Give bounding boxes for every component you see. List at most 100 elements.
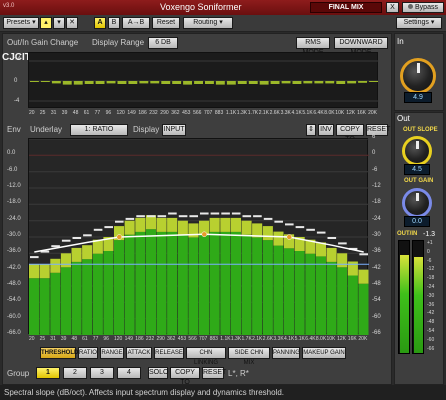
spectrum-left-tick: -42.0 xyxy=(7,264,21,271)
settings-button[interactable]: Settings ▾ xyxy=(396,17,442,29)
group-2-button[interactable]: 2 xyxy=(63,367,87,379)
mode-attack-button[interactable]: ATTACK xyxy=(126,347,152,359)
mode-release-button[interactable]: RELEASE xyxy=(154,347,184,359)
mode-range-button[interactable]: RANGE xyxy=(100,347,124,359)
presets-button[interactable]: Presets ▾ xyxy=(3,17,39,29)
spectrum-x-tick: 25 xyxy=(39,336,46,342)
out-gain-value: 0.0 xyxy=(404,216,430,227)
spectrum-bar-top xyxy=(60,253,71,268)
spectrum-x-tick: 5.1K xyxy=(294,336,305,342)
spectrum-left-tick: -36.0 xyxy=(7,248,21,255)
spectrum-peak-mark xyxy=(168,212,177,215)
mode-chn-linking-button[interactable]: CHN LINKING xyxy=(186,347,226,366)
routing-button[interactable]: Routing ▾ xyxy=(183,17,233,29)
inv-button[interactable]: INV xyxy=(318,124,334,136)
gain-change-bar xyxy=(281,81,291,84)
chevron-down-icon: ▾ xyxy=(219,19,223,26)
group-copy-to-button[interactable]: COPY TO xyxy=(170,367,200,386)
spectrum-peak-mark xyxy=(115,220,124,223)
spectrum-x-tick: 16K xyxy=(347,336,357,342)
bypass-button[interactable]: Bypass xyxy=(402,2,444,13)
group-1-button[interactable]: 1 xyxy=(36,367,60,379)
rms-mode-button[interactable]: RMS MODE xyxy=(296,37,330,56)
settings-label: Settings xyxy=(403,19,429,26)
spectrum-peak-mark xyxy=(253,215,262,218)
preset-name-field[interactable]: FINAL MIX xyxy=(310,2,382,13)
mode-threshold-button[interactable]: THRESHOLD xyxy=(40,347,78,359)
spectrum-bar-top xyxy=(230,217,241,232)
meter-tick: -54 xyxy=(427,328,435,334)
x-button[interactable]: X xyxy=(386,2,399,13)
env-reset-button[interactable]: RESET xyxy=(366,124,390,136)
spectrum-peak-mark xyxy=(146,215,156,218)
mode-panning-button[interactable]: PANNING xyxy=(272,347,300,359)
spectrum-left-tick: -24.0 xyxy=(7,215,21,222)
mode-ratio-button[interactable]: RATIO xyxy=(78,347,98,359)
spectrum-peak-mark xyxy=(316,231,326,234)
compare-a-button[interactable]: A xyxy=(94,17,106,29)
meter-left-fill xyxy=(400,255,409,353)
gain-change-bar xyxy=(150,81,160,84)
spectrum-right-tick: -66 xyxy=(372,330,381,336)
spectrum-graph[interactable] xyxy=(28,138,369,335)
spectrum-bar xyxy=(29,278,40,335)
group-4-button[interactable]: 4 xyxy=(117,367,141,379)
downward-mode-button[interactable]: DOWNWARD MODE xyxy=(334,37,388,56)
spectrum-bar xyxy=(124,234,135,335)
in-gain-knob[interactable] xyxy=(400,58,436,94)
gain-x-tick: 1.1K xyxy=(225,110,237,116)
gain-x-tick: 39 xyxy=(61,110,68,116)
compare-b-button[interactable]: B xyxy=(108,17,120,29)
title-bar: v3.0 Voxengo Soniformer FINAL MIX X Bypa… xyxy=(0,0,446,15)
gain-x-tick: 362 xyxy=(171,110,180,116)
spectrum-svg xyxy=(29,139,369,335)
spectrum-x-tick: 3.3K xyxy=(273,336,284,342)
spectrum-left-tick: -18.0 xyxy=(7,199,21,206)
underlay-select[interactable]: 1: RATIO xyxy=(70,124,128,136)
spectrum-x-tick: 96 xyxy=(103,336,109,342)
gain-y-tick: 0 xyxy=(14,78,18,84)
out-gain-label: OUT GAIN xyxy=(404,178,434,184)
mode-side-chn-mix-button[interactable]: SIDE CHN MIX xyxy=(228,347,270,366)
spectrum-bar-top xyxy=(50,258,61,273)
spectrum-bar-top xyxy=(347,261,358,276)
a-to-b-button[interactable]: A→B xyxy=(122,17,150,29)
env-arrows-button[interactable]: ⇕ xyxy=(306,124,316,136)
out-slope-knob[interactable] xyxy=(402,136,432,166)
spectrum-right-tick: -42 xyxy=(372,264,381,271)
mode-makeup-gain-button[interactable]: MAKEUP GAIN xyxy=(302,347,346,359)
spectrum-right-tick: -30 xyxy=(372,232,381,238)
solo-button[interactable]: SOLO xyxy=(148,367,168,379)
out-gain-knob[interactable] xyxy=(402,188,432,218)
spectrum-bar xyxy=(135,231,146,335)
display-select[interactable]: INPUT xyxy=(162,124,186,136)
chevron-up-icon: ▴ xyxy=(44,19,48,26)
gain-change-bar xyxy=(84,81,94,84)
group-3-button[interactable]: 3 xyxy=(90,367,114,379)
spectrum-bar xyxy=(209,231,220,335)
spectrum-peak-mark xyxy=(189,215,198,218)
group-reset-button[interactable]: RESET xyxy=(202,367,226,379)
spectrum-right-tick: -60 xyxy=(372,313,381,320)
outin-value: -1.3 xyxy=(423,231,436,238)
env-copy-to-button[interactable]: COPY TO xyxy=(336,124,364,143)
reset-button[interactable]: Reset xyxy=(152,17,180,29)
preset-up-button[interactable]: ▴ xyxy=(40,17,52,29)
gain-change-title: Out/In Gain Change xyxy=(7,38,79,47)
spectrum-bar-top xyxy=(358,269,369,284)
underlay-label: Underlay xyxy=(30,125,63,134)
display-range-select[interactable]: 6 DB xyxy=(148,37,178,49)
spectrum-bar xyxy=(220,231,231,335)
knob-pointer-icon xyxy=(416,193,419,201)
meter-tick: -24 xyxy=(427,284,435,290)
gain-x-tick: 31 xyxy=(50,110,57,116)
preset-down-button[interactable]: ▾ xyxy=(53,17,65,29)
threshold-node xyxy=(116,234,123,240)
spectrum-bar-top xyxy=(167,217,178,232)
preset-save-button[interactable]: ✕ xyxy=(66,17,78,29)
meter-tick: 0 xyxy=(427,248,430,255)
gain-change-bar xyxy=(73,81,83,85)
spectrum-bar xyxy=(347,275,358,335)
meter-tick: -18 xyxy=(427,275,435,282)
spectrum-bar xyxy=(156,231,167,335)
